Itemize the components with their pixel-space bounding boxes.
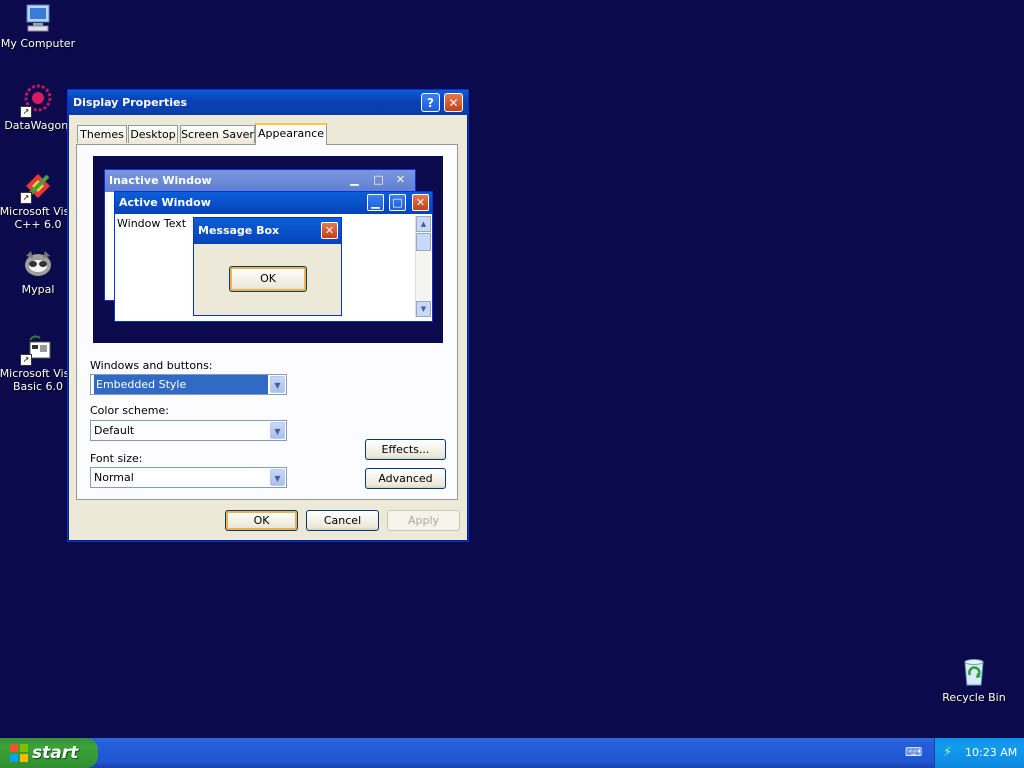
tab-screen-saver[interactable]: Screen Saver xyxy=(180,125,255,143)
desktop-icon-label: My Computer xyxy=(0,37,76,50)
minimize-icon: ▁ xyxy=(367,194,384,211)
visual-cpp-icon: ↗ xyxy=(20,170,54,204)
color-scheme-value: Default xyxy=(94,424,135,437)
dialog-title: Display Properties xyxy=(73,96,188,109)
advanced-button[interactable]: Advanced xyxy=(365,468,446,489)
preview-active-title: Active Window xyxy=(119,196,211,209)
close-button[interactable]: ✕ xyxy=(444,93,463,112)
maximize-icon: □ xyxy=(373,173,384,186)
maximize-icon: □ xyxy=(389,194,406,211)
font-size-label: Font size: xyxy=(90,452,143,465)
system-tray: ⚡ 10:23 AM xyxy=(934,738,1024,768)
taskbar: start ⌨ ⚡ 10:23 AM xyxy=(0,738,1024,768)
apply-button[interactable]: Apply xyxy=(387,510,460,531)
scroll-thumb xyxy=(416,233,431,251)
desktop-icon-recycle-bin[interactable]: Recycle Bin xyxy=(934,656,1014,704)
windows-logo-icon xyxy=(10,744,28,762)
network-icon[interactable]: ⚡ xyxy=(943,738,952,768)
preview-ok-button: OK xyxy=(229,266,307,292)
chevron-down-icon[interactable]: ▼ xyxy=(270,376,285,393)
keyboard-icon[interactable]: ⌨ xyxy=(905,746,922,758)
color-scheme-label: Color scheme: xyxy=(90,404,169,417)
scroll-up-icon: ▲ xyxy=(416,216,431,232)
close-icon: ✕ xyxy=(395,173,406,186)
start-button[interactable]: start xyxy=(0,738,98,768)
mypal-icon xyxy=(22,248,54,280)
visual-basic-icon: ↗ xyxy=(20,332,54,366)
preview-message-box: Message Box ✕ OK xyxy=(193,217,342,316)
close-icon: ✕ xyxy=(412,194,429,211)
preview-scrollbar: ▲ ▼ xyxy=(415,216,431,317)
clock[interactable]: 10:23 AM xyxy=(965,746,1017,759)
desktop-icon-label: Recycle Bin xyxy=(942,691,1006,704)
tab-themes[interactable]: Themes xyxy=(77,125,127,143)
desktop-icon-my-computer[interactable]: My Computer xyxy=(0,2,78,50)
windows-buttons-label: Windows and buttons: xyxy=(90,359,213,372)
help-button[interactable]: ? xyxy=(421,93,440,112)
effects-button[interactable]: Effects... xyxy=(365,439,446,460)
minimize-icon: ▁ xyxy=(350,173,359,186)
windows-buttons-select[interactable]: Embedded Style ▼ xyxy=(90,374,287,395)
dialog-title-bar[interactable]: Display Properties ? ✕ xyxy=(68,90,468,115)
preview-window-text: Window Text xyxy=(117,217,187,230)
ok-button[interactable]: OK xyxy=(225,510,298,531)
close-icon: ✕ xyxy=(321,222,338,239)
datawagon-icon: ↗ xyxy=(20,84,54,118)
computer-icon xyxy=(22,2,54,34)
chevron-down-icon[interactable]: ▼ xyxy=(270,469,285,486)
shortcut-arrow-icon: ↗ xyxy=(20,106,32,118)
start-label: start xyxy=(32,743,79,763)
color-scheme-select[interactable]: Default ▼ xyxy=(90,420,287,441)
font-size-select[interactable]: Normal ▼ xyxy=(90,467,287,488)
tab-desktop[interactable]: Desktop xyxy=(128,125,178,143)
scroll-down-icon: ▼ xyxy=(416,301,431,317)
preview-message-box-title: Message Box xyxy=(198,224,280,237)
appearance-preview: Inactive Window ▁ □ ✕ Active Window ▁ □ … xyxy=(93,156,443,343)
preview-inactive-title: Inactive Window xyxy=(109,174,212,187)
windows-buttons-value: Embedded Style xyxy=(94,375,268,394)
chevron-down-icon[interactable]: ▼ xyxy=(270,422,285,439)
tab-appearance[interactable]: Appearance xyxy=(255,123,327,145)
cancel-button[interactable]: Cancel xyxy=(306,510,379,531)
shortcut-arrow-icon: ↗ xyxy=(20,354,32,366)
font-size-value: Normal xyxy=(94,471,134,484)
recycle-bin-icon xyxy=(958,656,990,688)
shortcut-arrow-icon: ↗ xyxy=(20,192,32,204)
